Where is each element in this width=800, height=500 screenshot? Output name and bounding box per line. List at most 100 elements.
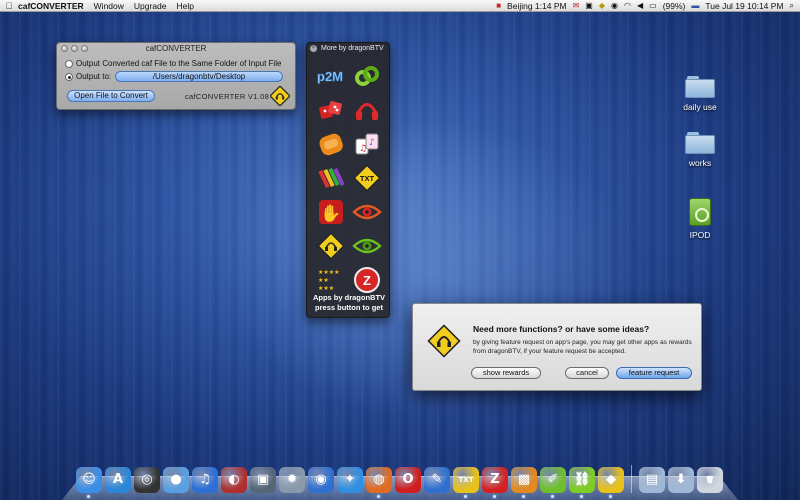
safari-icon[interactable]: ✦: [337, 467, 363, 493]
trash-icon[interactable]: 🗑: [697, 467, 723, 493]
system-preferences-icon[interactable]: ✹: [279, 467, 305, 493]
panel-titlebar[interactable]: × More by dragonBTV: [307, 43, 389, 54]
svg-text:Z: Z: [363, 273, 371, 288]
menu-window[interactable]: Window: [94, 1, 124, 11]
downloads-stack-icon[interactable]: ⬇: [668, 467, 694, 493]
battery-percent[interactable]: (99%): [663, 1, 686, 11]
volume-icon[interactable]: ◀: [637, 1, 643, 11]
same-folder-radio[interactable]: [65, 59, 73, 68]
itunes-icon[interactable]: ♫: [192, 467, 218, 493]
chain-glyph: ⛓: [569, 467, 595, 493]
red-dice-app-icon[interactable]: [314, 93, 348, 127]
headphone-sign-app-icon[interactable]: [314, 229, 348, 263]
green-chain-app-icon[interactable]: [350, 59, 384, 93]
txt-sign-app-icon[interactable]: TXT: [350, 161, 384, 195]
desktop-folder-works[interactable]: works: [670, 132, 730, 168]
app-store-icon[interactable]: A: [105, 467, 131, 493]
svg-text:♪: ♪: [369, 138, 375, 148]
opera-icon[interactable]: O: [395, 467, 421, 493]
app-grid: p2M ♫ ♪ TXT ✋ ★★★★ ★★ ★★★ Z: [314, 59, 386, 297]
red-headphones-app-icon[interactable]: [350, 93, 384, 127]
google-earth-icon[interactable]: ◉: [308, 467, 334, 493]
menubar-clock[interactable]: Tue Jul 19 10:14 PM: [705, 1, 783, 11]
applications-stack-icon[interactable]: ▤: [639, 467, 665, 493]
crayons-glyph: ✐: [540, 467, 566, 493]
finder-icon[interactable]: ☺: [76, 467, 102, 498]
china-flag-icon[interactable]: ■: [496, 1, 501, 11]
itunes-glyph: ♫: [192, 467, 218, 493]
preview-icon[interactable]: ▣: [250, 467, 276, 493]
txt-app-glyph: TXT: [453, 467, 479, 493]
output-to-option[interactable]: Output to:: [65, 72, 111, 81]
eye-menu-icon[interactable]: ◉: [611, 1, 618, 11]
panel-footer-line1: Apps by dragonBTV: [312, 293, 386, 302]
output-to-label: Output to:: [76, 72, 112, 81]
orange-pad-icon[interactable]: ▩: [511, 467, 537, 498]
dvd-player-icon[interactable]: ◐: [221, 467, 247, 493]
headphone-sign-icon[interactable]: ◆: [598, 467, 624, 498]
trash-glyph: 🗑: [697, 467, 723, 493]
minimize-button[interactable]: [71, 45, 78, 52]
orange-pad-app-icon[interactable]: [314, 127, 348, 161]
cancel-button[interactable]: cancel: [565, 367, 609, 379]
panel-footer-line2: press button to get: [315, 303, 383, 312]
app-store-glyph: A: [105, 467, 131, 493]
window-titlebar[interactable]: cafCONVERTER: [57, 43, 295, 55]
feature-request-button[interactable]: feature request: [616, 367, 692, 379]
same-folder-label: Output Converted caf File to the Same Fo…: [76, 59, 282, 68]
menu-help[interactable]: Help: [177, 1, 194, 11]
headphone-sign-menu-icon[interactable]: ◆: [599, 1, 605, 11]
panel-close-icon[interactable]: ×: [310, 45, 317, 52]
headphone-sign-glyph: ◆: [598, 467, 624, 493]
close-button[interactable]: [61, 45, 68, 52]
menu-bar:  cafCONVERTER Window Upgrade Help ■ Bei…: [0, 0, 800, 12]
desktop-folder-daily-use[interactable]: daily use: [670, 76, 730, 112]
music-cards-app-icon[interactable]: ♫ ♪: [350, 127, 384, 161]
dialog-message: by giving feature request on app's page,…: [473, 339, 692, 355]
zoom-button[interactable]: [81, 45, 88, 52]
dashboard-icon[interactable]: ◎: [134, 467, 160, 493]
chain-icon[interactable]: ⛓: [569, 467, 595, 498]
mail-icon[interactable]: ✉: [573, 1, 580, 11]
dropbox-icon[interactable]: ▣: [585, 1, 593, 11]
feature-request-dialog: Need more functions? or have some ideas?…: [412, 303, 702, 391]
red-hand-app-icon[interactable]: ✋: [314, 195, 348, 229]
z-logo-app-icon[interactable]: Z: [350, 263, 384, 297]
z-app-icon[interactable]: Z: [482, 467, 508, 498]
red-eye-app-icon[interactable]: [350, 195, 384, 229]
z-app-glyph: Z: [482, 467, 508, 493]
ichat-glyph: ●: [163, 467, 189, 493]
ipod-icon: [689, 198, 711, 226]
wifi-icon[interactable]: ◠: [624, 1, 631, 11]
svg-text:★★★: ★★★: [318, 285, 334, 292]
firefox-icon[interactable]: ◍: [366, 467, 392, 498]
dvd-player-glyph: ◐: [221, 467, 247, 493]
star-rating-app-icon[interactable]: ★★★★ ★★ ★★★: [314, 263, 348, 297]
menu-upgrade[interactable]: Upgrade: [134, 1, 167, 11]
apple-menu-icon[interactable]: : [0, 1, 18, 11]
same-folder-option[interactable]: Output Converted caf File to the Same Fo…: [65, 59, 281, 68]
output-to-radio[interactable]: [65, 72, 73, 81]
running-indicator: [551, 495, 554, 498]
color-crayons-app-icon[interactable]: [314, 161, 348, 195]
xcode-icon[interactable]: ✎: [424, 467, 450, 493]
dialog-heading: Need more functions? or have some ideas?: [473, 324, 650, 334]
preview-glyph: ▣: [250, 467, 276, 493]
us-flag-icon[interactable]: ▬: [691, 1, 699, 11]
app-menu[interactable]: cafCONVERTER: [18, 1, 84, 11]
spotlight-search-icon[interactable]: ⌕: [790, 1, 794, 11]
battery-icon[interactable]: ▭: [649, 1, 657, 11]
desktop-ipod[interactable]: IPOD: [670, 198, 730, 240]
headphone-sign-logo-icon[interactable]: [270, 86, 290, 106]
finder-glyph: ☺: [76, 467, 102, 493]
beijing-clock[interactable]: Beijing 1:14 PM: [507, 1, 567, 11]
output-path-field[interactable]: /Users/dragonbtv/Desktop: [115, 71, 283, 82]
show-rewards-button[interactable]: show rewards: [471, 367, 541, 379]
dock-separator: [631, 465, 632, 493]
open-file-button[interactable]: Open File to Convert: [67, 90, 155, 102]
green-eye-app-icon[interactable]: [350, 229, 384, 263]
ichat-icon[interactable]: ●: [163, 467, 189, 493]
txt-app-icon[interactable]: TXT: [453, 467, 479, 498]
p2m-app-icon[interactable]: p2M: [314, 59, 348, 93]
crayons-icon[interactable]: ✐: [540, 467, 566, 498]
